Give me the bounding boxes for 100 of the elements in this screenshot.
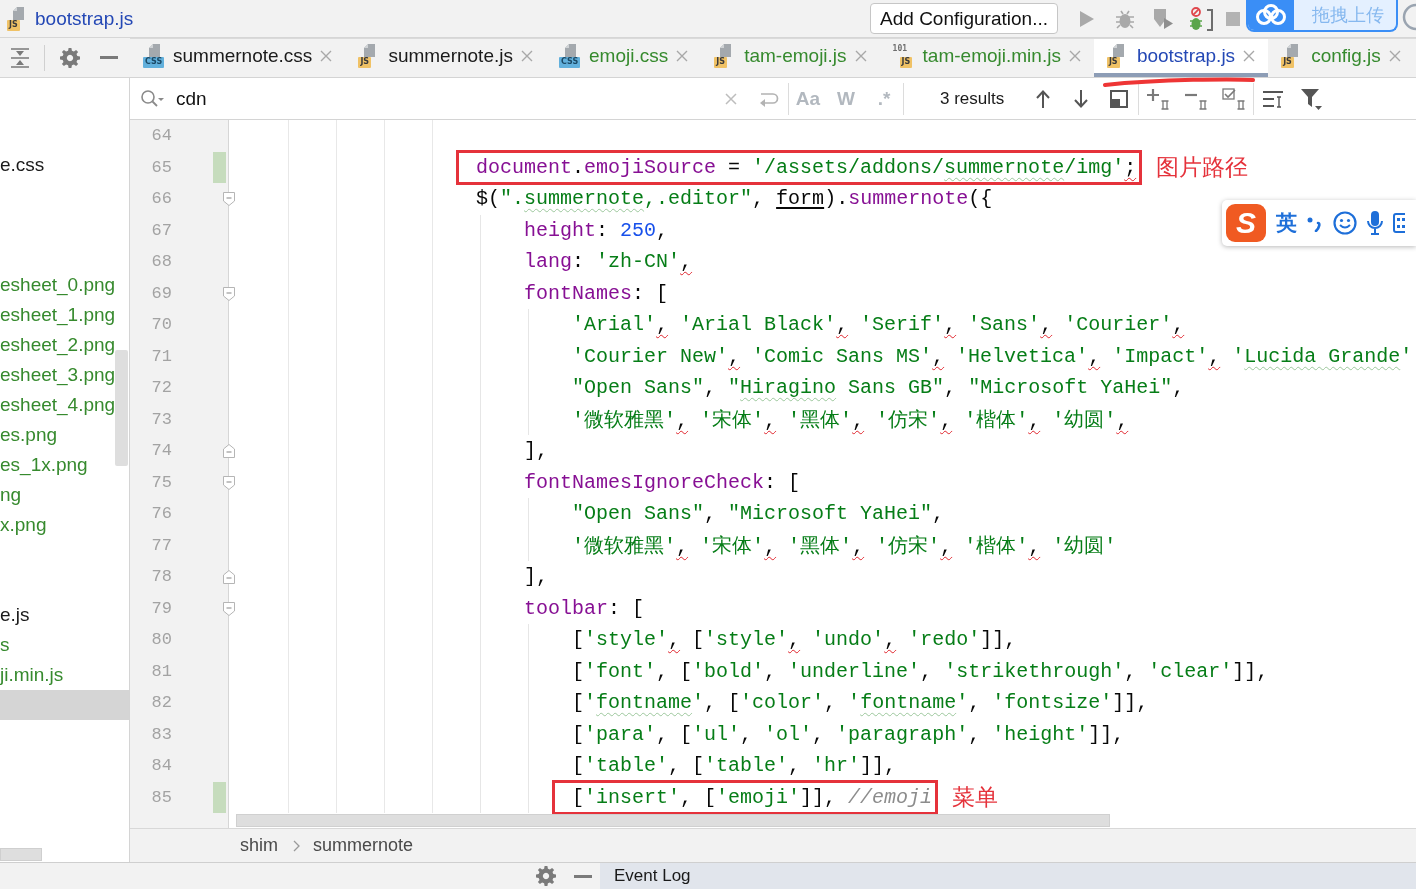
line-number: 65 — [150, 157, 172, 177]
input-mode-toggle[interactable]: 英 — [1276, 209, 1297, 237]
close-icon[interactable] — [1243, 50, 1256, 62]
code-line: $(".summernote,.editor", form).summernote({ — [476, 187, 993, 211]
code-line: ['style', ['style', 'undo', 'redo']], — [572, 628, 1017, 652]
clear-icon[interactable] — [725, 92, 737, 105]
bug-badge-icon[interactable] — [1188, 6, 1214, 31]
line-number: 75 — [150, 472, 172, 492]
smiley-icon[interactable] — [1333, 211, 1357, 235]
play-icon[interactable] — [1079, 9, 1095, 28]
arrow-up-icon[interactable] — [1036, 89, 1051, 108]
editor-tab[interactable]: CSS summernote.css — [130, 39, 346, 77]
line-number: 71 — [150, 346, 172, 366]
close-icon[interactable] — [521, 50, 533, 62]
file-tree-item[interactable]: es.png — [0, 420, 129, 450]
select-all-icon[interactable] — [1110, 89, 1129, 108]
file-tree-item[interactable]: ji.min.js — [0, 660, 129, 690]
line-number: 85 — [150, 787, 172, 807]
code-line: ['fontname', ['color', 'fontname', 'fontsize']], — [572, 691, 1149, 715]
ring-icon[interactable] — [1402, 3, 1416, 31]
breadcrumb-item[interactable]: shim — [240, 835, 278, 856]
tool-window-tab[interactable]: Event Log — [614, 866, 691, 886]
line-number: 76 — [150, 504, 172, 524]
file-tree-item[interactable]: s — [0, 630, 129, 660]
collapse-all-icon[interactable] — [10, 47, 30, 68]
code-line: ['font', ['bold', 'underline', 'strikethrough', 'clear']], — [572, 659, 1269, 683]
file-tree-item[interactable]: esheet_3.png — [0, 360, 129, 390]
arrow-down-icon[interactable] — [1074, 89, 1089, 108]
breadcrumb-item[interactable]: summernote — [313, 835, 414, 856]
line-number: 82 — [150, 693, 172, 713]
close-icon[interactable] — [1388, 50, 1401, 62]
line-number: 69 — [150, 283, 172, 303]
fold-marker-icon[interactable] — [223, 601, 235, 616]
editor-tab[interactable]: JS bootstrap.js — [1093, 39, 1269, 77]
search-icon[interactable] — [140, 88, 164, 109]
code-line: '微软雅黑', '宋体', '黑体', '仿宋', '楷体', '幼圆' — [572, 533, 1117, 559]
code-line: ['table', ['table', 'hr']], — [572, 754, 897, 778]
file-tree-item[interactable]: esheet_0.png — [0, 270, 129, 300]
code-line: 'Courier New', 'Comic Sans MS', 'Helvetica', 'Impact', 'Lucida Grande' — [572, 344, 1413, 368]
line-number: 80 — [150, 630, 172, 650]
close-icon[interactable] — [1068, 50, 1081, 62]
wrap-icon[interactable] — [759, 90, 779, 107]
fold-marker-icon[interactable] — [223, 192, 235, 206]
scrollbar-thumb[interactable] — [236, 814, 1110, 827]
search-input[interactable]: cdn — [166, 83, 712, 114]
fold-marker-icon[interactable] — [223, 286, 235, 301]
line-number: 77 — [150, 535, 172, 555]
editor-tab[interactable]: JS tam-emoji.js — [701, 39, 880, 77]
file-tree-item[interactable]: e.js — [0, 600, 129, 630]
code-line: toolbar: [ — [524, 596, 645, 620]
add-selection-icon[interactable] — [1146, 87, 1171, 110]
editor-tab[interactable]: JS config.js — [1268, 39, 1414, 77]
code-line: '微软雅黑', '宋体', '黑体', '仿宋', '楷体', '幼圆', — [572, 407, 1129, 433]
ime-logo: S — [1226, 204, 1266, 242]
scrollbar-thumb[interactable] — [115, 350, 128, 466]
fold-marker-icon[interactable] — [223, 570, 235, 584]
result-count: 3 results — [940, 88, 1005, 109]
file-tree-item[interactable]: ng — [0, 480, 129, 510]
microphone-icon[interactable] — [1367, 211, 1383, 235]
bug-icon[interactable] — [1115, 8, 1135, 29]
code-line: fontNamesIgnoreCheck: [ — [524, 470, 801, 494]
line-number: 81 — [150, 661, 172, 681]
line-number: 68 — [150, 252, 172, 272]
line-number: 70 — [150, 315, 172, 335]
code-line: ], — [524, 565, 548, 589]
file-tree-item[interactable]: e.css — [0, 150, 129, 180]
settings-icon[interactable] — [60, 47, 80, 68]
file-tree-item[interactable]: x.png — [0, 510, 129, 540]
shield-play-icon[interactable] — [1152, 7, 1174, 30]
code-line: fontNames: [ — [524, 281, 669, 305]
scrollbar-thumb[interactable] — [0, 848, 42, 861]
stop-icon[interactable] — [1226, 11, 1240, 26]
line-number: 72 — [150, 378, 172, 398]
close-icon[interactable] — [854, 50, 867, 62]
run-configuration-button[interactable]: Add Configuration... — [870, 3, 1058, 34]
check-selection-icon[interactable] — [1222, 87, 1247, 110]
minimize-icon[interactable] — [574, 874, 592, 878]
editor-tab[interactable]: CSS emoji.css — [546, 39, 702, 77]
editor-tab[interactable]: JS summernote.js — [345, 39, 546, 77]
align-icon[interactable] — [1262, 89, 1285, 108]
rings-icon — [1255, 4, 1287, 26]
filter-icon[interactable] — [1300, 87, 1323, 110]
line-number: 83 — [150, 724, 172, 744]
file-tree-item[interactable]: esheet_2.png — [0, 330, 129, 360]
grid-icon[interactable] — [1393, 213, 1405, 233]
line-number: 79 — [150, 598, 172, 618]
file-tree-item[interactable]: esheet_4.png — [0, 390, 129, 420]
settings-icon[interactable] — [536, 866, 556, 886]
fold-marker-icon[interactable] — [223, 475, 235, 490]
editor-tab[interactable]: 101 JS tam-emoji.min.js — [879, 39, 1094, 77]
code-line: height: 250, — [524, 218, 669, 242]
line-number: 78 — [150, 567, 172, 587]
close-icon[interactable] — [320, 50, 333, 62]
file-tree-item[interactable]: es_1x.png — [0, 450, 129, 480]
annotation-label: 图片路径 — [1156, 152, 1249, 182]
close-icon[interactable] — [676, 50, 689, 62]
fold-marker-icon[interactable] — [223, 444, 235, 458]
file-tree-item[interactable]: esheet_1.png — [0, 300, 129, 330]
code-line: 'Arial', 'Arial Black', 'Serif', 'Sans', 'Courier', — [572, 313, 1185, 337]
code-line: document.emojiSource = '/assets/addons/summernote/img'; — [476, 155, 1137, 179]
